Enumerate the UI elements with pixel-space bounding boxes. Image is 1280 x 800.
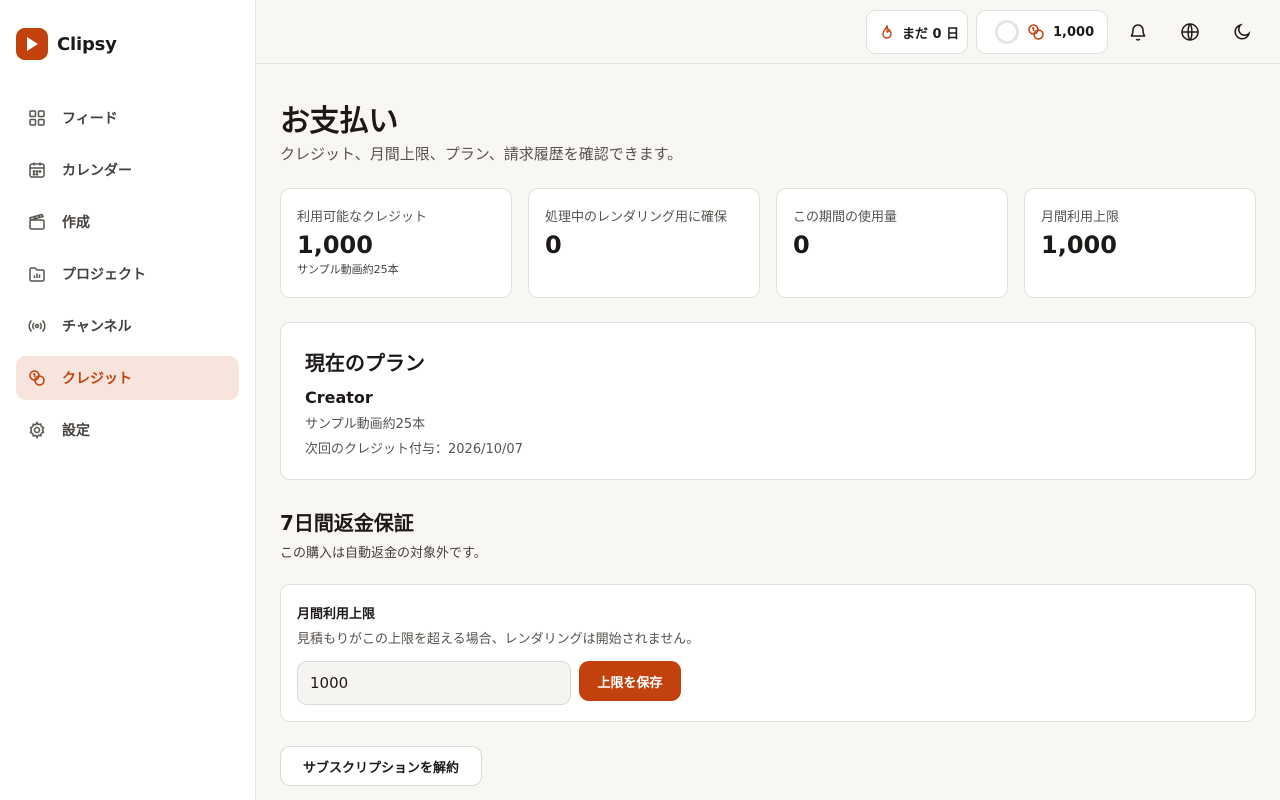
- sidebar-item-calendar[interactable]: カレンダー: [16, 148, 239, 192]
- notifications-button[interactable]: [1126, 20, 1150, 44]
- brand-name: Clipsy: [57, 33, 117, 55]
- sidebar-item-label: チャンネル: [62, 319, 132, 335]
- refund-text: この購入は自動返金の対象外です。: [280, 546, 487, 561]
- credits-label: 1,000: [1053, 24, 1095, 40]
- stat-label: 月間利用上限: [1041, 210, 1120, 225]
- clapperboard-icon: [29, 213, 45, 230]
- stat-value: 1,000: [1041, 231, 1117, 259]
- current-plan-card: 現在のプラン Creator サンプル動画約25本 次回のクレジット付与：202…: [280, 322, 1256, 480]
- stat-value: 0: [545, 231, 562, 259]
- stat-card-reserved: 処理中のレンダリング用に確保 0: [528, 188, 760, 298]
- sidebar-item-label: プロジェクト: [62, 267, 146, 283]
- stat-label: 処理中のレンダリング用に確保: [545, 210, 728, 225]
- broadcast-icon: [28, 319, 46, 333]
- stat-value: 1,000: [297, 231, 373, 259]
- theme-toggle-button[interactable]: [1230, 20, 1254, 44]
- sidebar-item-label: フィード: [62, 111, 118, 127]
- streak-badge[interactable]: まだ 0 日: [866, 10, 968, 54]
- limit-description: 見積もりがこの上限を超える場合、レンダリングは開始されません。: [297, 632, 700, 647]
- sidebar-item-channels[interactable]: チャンネル: [16, 304, 239, 348]
- credit-progress-ring: [995, 20, 1019, 44]
- sidebar-item-label: 作成: [62, 215, 90, 231]
- play-icon: [16, 28, 48, 60]
- sidebar-nav: フィード カレンダー 作成 プロジェクト チャンネル クレジット 設定: [16, 96, 239, 460]
- save-limit-button[interactable]: 上限を保存: [579, 661, 681, 701]
- sidebar-item-label: クレジット: [62, 371, 132, 387]
- stat-value: 0: [793, 231, 810, 259]
- bell-icon: [1130, 24, 1146, 41]
- plan-next-grant: 次回のクレジット付与：2026/10/07: [305, 442, 523, 457]
- coins-icon: [29, 370, 45, 386]
- plan-heading: 現在のプラン: [305, 351, 425, 375]
- sidebar-item-credits[interactable]: クレジット: [16, 356, 239, 400]
- limit-title: 月間利用上限: [297, 607, 376, 622]
- flame-icon: [882, 25, 892, 39]
- page-subtitle: クレジット、月間上限、プラン、請求履歴を確認できます。: [280, 145, 683, 163]
- plan-name: Creator: [305, 388, 373, 407]
- stat-card-monthly-limit: 月間利用上限 1,000: [1024, 188, 1256, 298]
- folder-chart-icon: [29, 267, 45, 282]
- sidebar-item-feed[interactable]: フィード: [16, 96, 239, 140]
- language-button[interactable]: [1178, 20, 1202, 44]
- globe-icon: [1181, 23, 1199, 41]
- plan-description: サンプル動画約25本: [305, 417, 426, 432]
- moon-icon: [1234, 23, 1251, 40]
- monthly-limit-card: 月間利用上限 見積もりがこの上限を超える場合、レンダリングは開始されません。 上…: [280, 584, 1256, 722]
- sidebar-item-create[interactable]: 作成: [16, 200, 239, 244]
- sidebar-item-settings[interactable]: 設定: [16, 408, 239, 452]
- limit-input[interactable]: [297, 661, 571, 705]
- sidebar-item-label: カレンダー: [62, 163, 132, 179]
- page-title: お支払い: [280, 104, 399, 139]
- stat-label: この期間の使用量: [793, 210, 898, 225]
- limit-form: 上限を保存: [297, 661, 1239, 705]
- sidebar-item-projects[interactable]: プロジェクト: [16, 252, 239, 296]
- streak-label: まだ 0 日: [902, 26, 960, 42]
- calendar-icon: [29, 162, 45, 178]
- credits-badge[interactable]: 1,000: [976, 10, 1108, 54]
- refund-title: 7日間返金保証: [280, 511, 414, 535]
- stat-note: サンプル動画約25本: [297, 263, 399, 276]
- top-bar: まだ 0 日 1,000: [256, 0, 1280, 64]
- cancel-subscription-button[interactable]: サブスクリプションを解約: [280, 746, 482, 786]
- stat-card-available: 利用可能なクレジット 1,000 サンプル動画約25本: [280, 188, 512, 298]
- coins-icon: [1028, 24, 1044, 40]
- brand[interactable]: Clipsy: [16, 28, 117, 60]
- stat-label: 利用可能なクレジット: [297, 210, 428, 225]
- stat-card-usage: この期間の使用量 0: [776, 188, 1008, 298]
- sidebar-item-label: 設定: [62, 423, 90, 439]
- gear-icon: [29, 421, 45, 439]
- grid-icon: [29, 110, 45, 126]
- sidebar: Clipsy フィード カレンダー 作成 プロジェクト チャンネル クレジット: [0, 0, 256, 800]
